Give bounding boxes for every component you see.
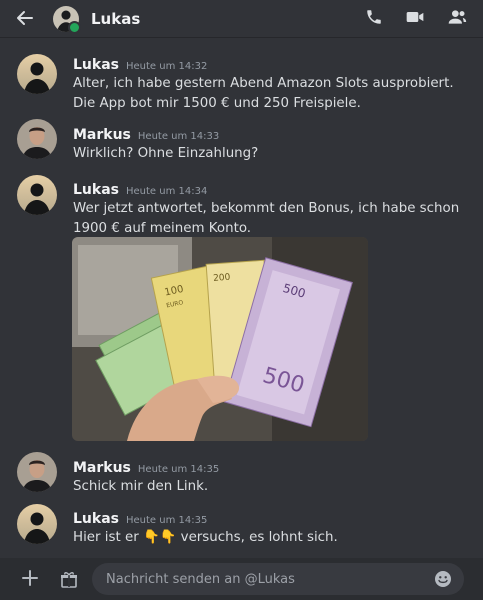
message-input-placeholder: Nachricht senden an @Lukas — [106, 571, 295, 587]
message-text-after: versuchs, es lohnt sich. — [180, 530, 338, 545]
page-title: Lukas — [91, 9, 141, 28]
avatar[interactable] — [17, 175, 57, 215]
message-timestamp: Heute um 14:33 — [137, 131, 220, 142]
gift-icon[interactable] — [60, 570, 78, 588]
video-icon[interactable] — [405, 8, 425, 30]
avatar[interactable] — [17, 504, 57, 544]
avatar[interactable] — [17, 452, 57, 492]
message-timestamp: Heute um 14:35 — [137, 464, 220, 475]
avatar[interactable] — [17, 119, 57, 159]
image-attachment[interactable]: 100 EURO 200 500 500 — [72, 237, 368, 441]
phone-icon[interactable] — [365, 8, 383, 30]
pointing-down-emoji: 👇👇 — [143, 530, 177, 545]
message-timestamp: Heute um 14:34 — [125, 186, 208, 197]
message-timestamp: Heute um 14:35 — [125, 515, 208, 526]
message-composer: Nachricht senden an @Lukas — [0, 558, 483, 600]
message-author[interactable]: Markus — [73, 460, 131, 476]
members-icon[interactable] — [447, 8, 467, 30]
message-text: Wer jetzt antwortet, bekommt den Bonus, … — [73, 201, 460, 236]
online-status-icon — [68, 20, 81, 34]
message-input[interactable]: Nachricht senden an @Lukas — [92, 563, 464, 595]
avatar[interactable] — [17, 54, 57, 94]
message-author[interactable]: Lukas — [73, 511, 119, 527]
message-text-before: Hier ist er — [73, 530, 139, 545]
message-timestamp: Heute um 14:32 — [125, 61, 208, 72]
avatar[interactable] — [53, 5, 81, 34]
message-author[interactable]: Markus — [73, 127, 131, 143]
message-text: Schick mir den Link. — [73, 479, 209, 494]
message-text: Wirklich? Ohne Einzahlung? — [73, 146, 259, 161]
message-author[interactable]: Lukas — [73, 182, 119, 198]
smile-icon[interactable] — [434, 570, 452, 588]
arrow-left-icon[interactable] — [14, 8, 36, 30]
banknote-label: 200 — [213, 273, 231, 284]
chat-header: Lukas — [0, 0, 483, 38]
plus-icon[interactable] — [20, 569, 40, 589]
message-text: Alter, ich habe gestern Abend Amazon Slo… — [73, 76, 454, 111]
message-text: Hier ist er 👇👇 versuchs, es lohnt sich. — [73, 528, 473, 548]
message-author[interactable]: Lukas — [73, 57, 119, 73]
